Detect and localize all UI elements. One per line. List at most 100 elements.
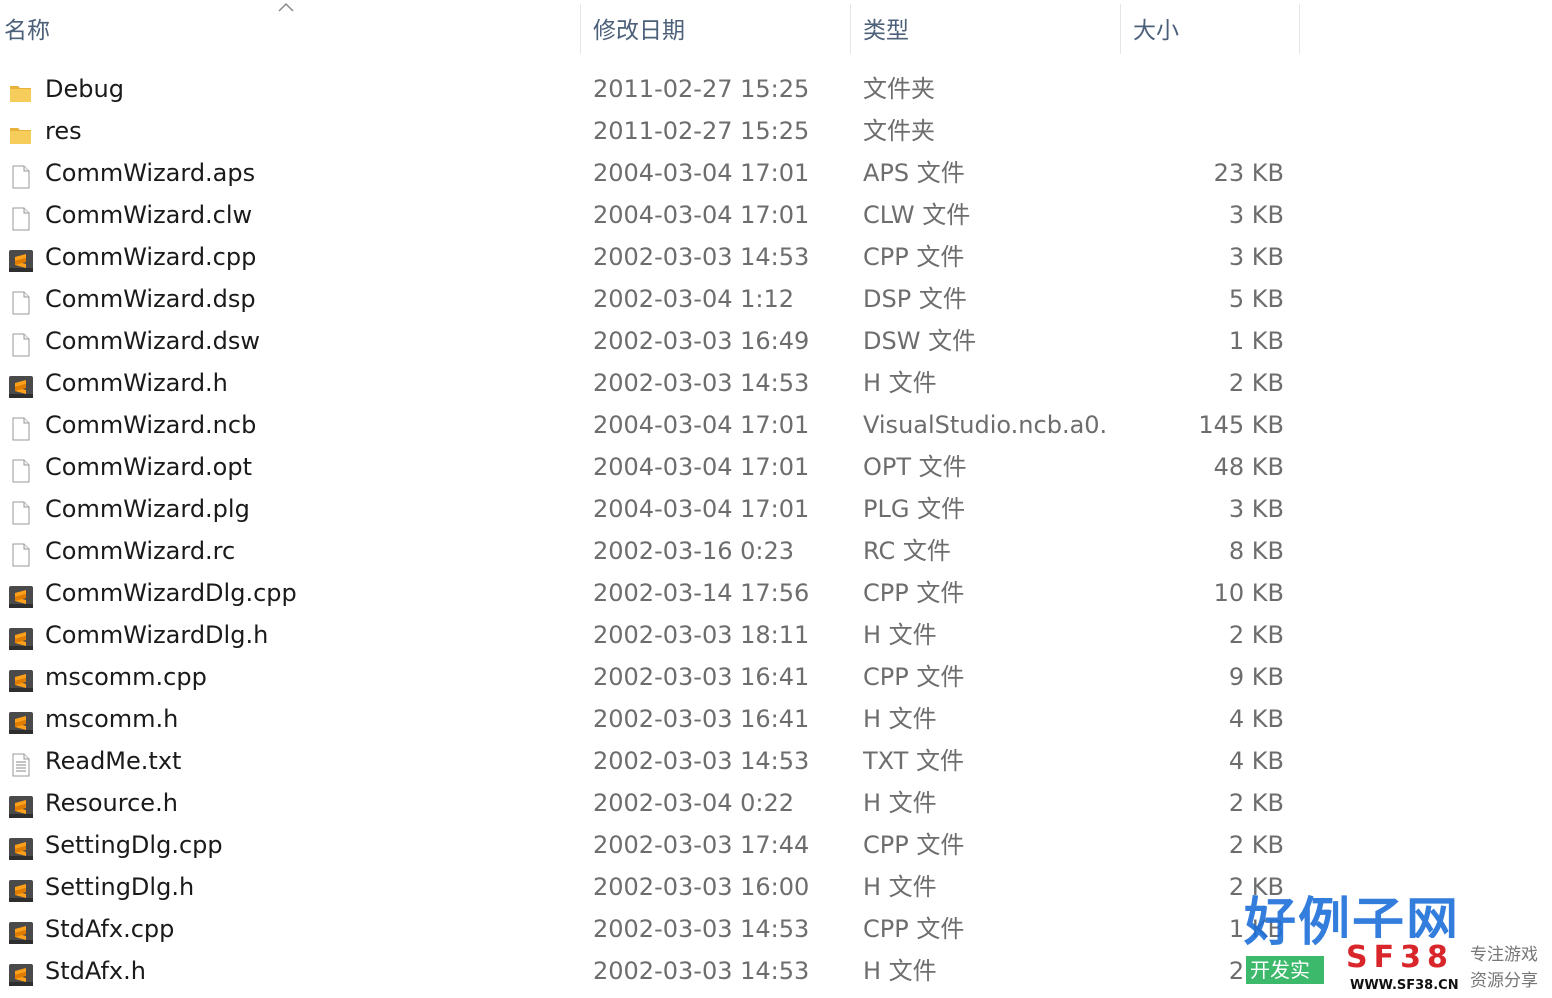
file-type: CLW 文件 xyxy=(863,201,971,229)
file-name: CommWizard.dsw xyxy=(45,327,261,355)
file-explorer: 名称 修改日期 类型 大小 Debug 2011-02-27 15:25 文件夹 re… xyxy=(0,0,1552,998)
file-row[interactable]: mscomm.cpp 2002-03-03 16:41 CPP 文件 9 KB xyxy=(0,656,1300,698)
file-type: DSP 文件 xyxy=(863,285,967,313)
file-name: CommWizard.ncb xyxy=(45,411,257,439)
watermark-brand: SF38 xyxy=(1346,940,1454,975)
file-type: H 文件 xyxy=(863,957,937,985)
sublime-file-icon xyxy=(8,581,34,608)
file-size: 23 KB xyxy=(1213,159,1284,187)
file-type: H 文件 xyxy=(863,789,937,817)
file-date: 2002-03-03 18:11 xyxy=(593,621,810,649)
file-name: SettingDlg.h xyxy=(45,873,195,901)
file-name: CommWizardDlg.h xyxy=(45,621,269,649)
file-type: 文件夹 xyxy=(863,75,935,103)
file-name: Debug xyxy=(45,75,124,103)
file-size: 5 KB xyxy=(1228,285,1284,313)
file-size: 2 KB xyxy=(1228,831,1284,859)
file-row[interactable]: Resource.h 2002-03-04 0:22 H 文件 2 KB xyxy=(0,782,1300,824)
file-row[interactable]: res 2011-02-27 15:25 文件夹 xyxy=(0,110,1300,152)
file-name: CommWizard.opt xyxy=(45,453,253,481)
file-row[interactable]: CommWizard.rc 2002-03-16 0:23 RC 文件 8 KB xyxy=(0,530,1300,572)
file-type: H 文件 xyxy=(863,873,937,901)
file-date: 2002-03-03 14:53 xyxy=(593,747,810,775)
file-row[interactable]: Debug 2011-02-27 15:25 文件夹 xyxy=(0,68,1300,110)
file-name: CommWizard.plg xyxy=(45,495,250,523)
file-name: CommWizard.clw xyxy=(45,201,253,229)
file-type: CPP 文件 xyxy=(863,663,965,691)
file-size: 2 KB xyxy=(1228,369,1284,397)
file-row[interactable]: SettingDlg.h 2002-03-03 16:00 H 文件 2 KB xyxy=(0,866,1300,908)
blank-file-icon xyxy=(8,161,34,189)
file-name: SettingDlg.cpp xyxy=(45,831,223,859)
file-row[interactable]: CommWizard.aps 2004-03-04 17:01 APS 文件 23 K… xyxy=(0,152,1300,194)
watermark-right-line1: 专注游戏 xyxy=(1470,945,1538,965)
column-header-size[interactable]: 大小 xyxy=(1120,4,1300,54)
sublime-file-icon xyxy=(8,833,34,860)
file-row[interactable]: CommWizard.plg 2004-03-04 17:01 PLG 文件 3 KB xyxy=(0,488,1300,530)
column-header-bar: 名称 修改日期 类型 大小 xyxy=(0,0,1300,58)
watermark-url: WWW.SF38.CN xyxy=(1350,978,1459,993)
watermark-logo-box xyxy=(1324,938,1456,994)
file-size: 8 KB xyxy=(1228,537,1284,565)
file-row[interactable]: ReadMe.txt 2002-03-03 14:53 TXT 文件 4 KB xyxy=(0,740,1300,782)
file-name: CommWizard.rc xyxy=(45,537,236,565)
file-name: mscomm.cpp xyxy=(45,663,207,691)
file-row[interactable]: CommWizard.clw 2004-03-04 17:01 CLW 文件 3 KB xyxy=(0,194,1300,236)
file-date: 2002-03-03 14:53 xyxy=(593,957,810,985)
watermark-right-line2: 资源分享 xyxy=(1470,971,1538,991)
column-header-name[interactable]: 名称 xyxy=(0,4,580,54)
file-type: VisualStudio.ncb.a0... xyxy=(863,411,1108,439)
sublime-file-icon xyxy=(8,245,34,272)
file-size: 48 KB xyxy=(1213,453,1284,481)
file-row[interactable]: StdAfx.h 2002-03-03 14:53 H 文件 2 KB xyxy=(0,950,1300,992)
file-type: OPT 文件 xyxy=(863,453,967,481)
file-date: 2002-03-16 0:23 xyxy=(593,537,794,565)
text-file-icon xyxy=(8,749,34,777)
column-header-date[interactable]: 修改日期 xyxy=(580,4,850,54)
file-row[interactable]: CommWizard.dsw 2002-03-03 16:49 DSW 文件 1 KB xyxy=(0,320,1300,362)
file-type: APS 文件 xyxy=(863,159,965,187)
file-size: 3 KB xyxy=(1228,495,1284,523)
file-size: 3 KB xyxy=(1228,201,1284,229)
sublime-file-icon xyxy=(8,959,34,986)
file-date: 2002-03-03 17:44 xyxy=(593,831,810,859)
file-row[interactable]: StdAfx.cpp 2002-03-03 14:53 CPP 文件 1 KB xyxy=(0,908,1300,950)
file-date: 2002-03-04 1:12 xyxy=(593,285,794,313)
blank-file-icon xyxy=(8,497,34,525)
file-name: CommWizard.h xyxy=(45,369,228,397)
file-type: DSW 文件 xyxy=(863,327,977,355)
file-row[interactable]: CommWizard.ncb 2004-03-04 17:01 VisualStud… xyxy=(0,404,1300,446)
sublime-file-icon xyxy=(8,917,34,944)
file-row[interactable]: CommWizard.cpp 2002-03-03 14:53 CPP 文件 3 KB xyxy=(0,236,1300,278)
file-date: 2002-03-03 14:53 xyxy=(593,915,810,943)
file-name: CommWizard.cpp xyxy=(45,243,257,271)
file-type: H 文件 xyxy=(863,369,937,397)
blank-file-icon xyxy=(8,455,34,483)
file-type: RC 文件 xyxy=(863,537,951,565)
file-size: 4 KB xyxy=(1228,747,1284,775)
file-size: 145 KB xyxy=(1198,411,1284,439)
file-name: StdAfx.cpp xyxy=(45,915,175,943)
blank-file-icon xyxy=(8,329,34,357)
file-type: H 文件 xyxy=(863,621,937,649)
file-row[interactable]: CommWizard.opt 2004-03-04 17:01 OPT 文件 48 K… xyxy=(0,446,1300,488)
file-date: 2004-03-04 17:01 xyxy=(593,411,810,439)
file-type: CPP 文件 xyxy=(863,243,965,271)
file-row[interactable]: SettingDlg.cpp 2002-03-03 17:44 CPP 文件 2 KB xyxy=(0,824,1300,866)
file-row[interactable]: CommWizard.h 2002-03-03 14:53 H 文件 2 KB xyxy=(0,362,1300,404)
file-size: 9 KB xyxy=(1228,663,1284,691)
column-header-type[interactable]: 类型 xyxy=(850,4,1120,54)
file-row[interactable]: mscomm.h 2002-03-03 16:41 H 文件 4 KB xyxy=(0,698,1300,740)
file-size: 1 KB xyxy=(1228,915,1284,943)
file-type: H 文件 xyxy=(863,705,937,733)
file-row[interactable]: CommWizardDlg.cpp 2002-03-14 17:56 CPP 文件 1… xyxy=(0,572,1300,614)
file-date: 2004-03-04 17:01 xyxy=(593,453,810,481)
file-row[interactable]: CommWizard.dsp 2002-03-04 1:12 DSP 文件 5 KB xyxy=(0,278,1300,320)
folder-icon xyxy=(8,119,34,145)
file-type: PLG 文件 xyxy=(863,495,966,523)
sublime-file-icon xyxy=(8,623,34,650)
file-size: 4 KB xyxy=(1228,705,1284,733)
file-date: 2004-03-04 17:01 xyxy=(593,201,810,229)
file-row[interactable]: CommWizardDlg.h 2002-03-03 18:11 H 文件 2 KB xyxy=(0,614,1300,656)
file-list: Debug 2011-02-27 15:25 文件夹 res 2011-02-27 15… xyxy=(0,68,1300,992)
